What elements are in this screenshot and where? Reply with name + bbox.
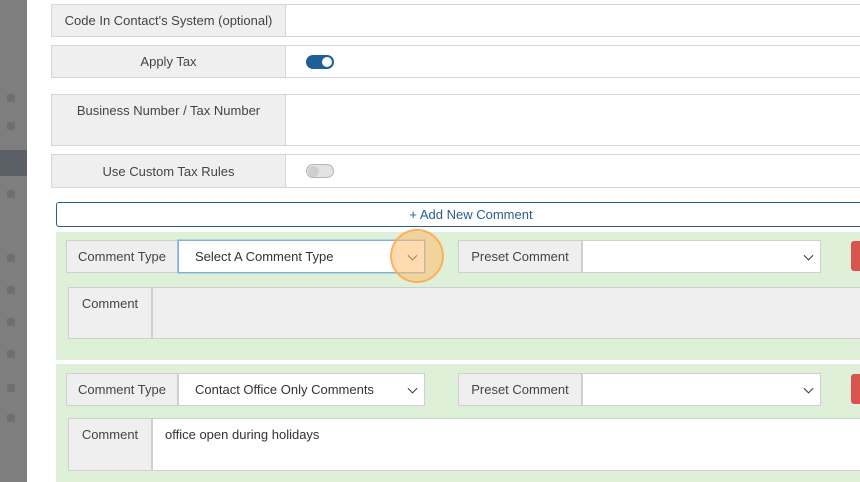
- comment-type-select[interactable]: Contact Office Only Comments: [178, 373, 425, 406]
- sidebar-icon: [7, 190, 15, 198]
- sidebar-icon: [7, 286, 15, 294]
- comment-type-label: Comment Type: [66, 240, 178, 273]
- custom-tax-cell: [285, 154, 860, 188]
- chevron-down-icon: [803, 383, 814, 394]
- delete-comment-button[interactable]: [851, 241, 860, 271]
- comment-field-group: Comment: [68, 287, 860, 339]
- business-number-label: Business Number / Tax Number: [51, 94, 285, 146]
- add-new-comment-button[interactable]: + Add New Comment: [56, 202, 860, 227]
- chevron-down-icon: [803, 250, 814, 261]
- contact-form-panel: Code In Contact's System (optional) Appl…: [27, 0, 860, 482]
- toggle-knob: [308, 166, 319, 177]
- apply-tax-label: Apply Tax: [51, 45, 285, 78]
- preset-comment-group: Preset Comment: [458, 373, 821, 406]
- sidebar-active-item: [0, 150, 27, 176]
- preset-comment-select[interactable]: [582, 240, 821, 273]
- comment-label: Comment: [68, 287, 152, 339]
- sidebar-icon: [7, 350, 15, 358]
- click-highlight-indicator: [390, 229, 444, 283]
- preset-comment-label: Preset Comment: [458, 240, 582, 273]
- sidebar-icon: [7, 254, 15, 262]
- preset-comment-select[interactable]: [582, 373, 821, 406]
- delete-comment-button[interactable]: [851, 374, 860, 404]
- preset-comment-group: Preset Comment: [458, 240, 821, 273]
- comment-text: [153, 288, 860, 304]
- sidebar-icon: [7, 414, 15, 422]
- toggle-knob: [322, 56, 332, 67]
- sidebar-icon: [7, 384, 15, 392]
- code-label: Code In Contact's System (optional): [51, 4, 285, 37]
- comment-block-2: Comment Type Contact Office Only Comment…: [56, 364, 860, 482]
- sidebar-icon: [7, 94, 15, 102]
- sidebar-icon: [7, 318, 15, 326]
- comment-type-group: Comment Type Select A Comment Type: [66, 240, 425, 273]
- apply-tax-cell: [285, 45, 860, 78]
- sidebar-icon: [7, 122, 15, 130]
- apply-tax-toggle[interactable]: [306, 54, 334, 69]
- preset-comment-label: Preset Comment: [458, 373, 582, 406]
- comment-textarea[interactable]: [152, 287, 860, 339]
- comment-type-value: Select A Comment Type: [195, 249, 334, 264]
- comment-type-select[interactable]: Select A Comment Type: [178, 240, 425, 273]
- comment-block-1: Comment Type Select A Comment Type Prese…: [56, 232, 860, 360]
- business-number-row: Business Number / Tax Number: [51, 94, 860, 146]
- comment-type-value: Contact Office Only Comments: [195, 382, 374, 397]
- custom-tax-label: Use Custom Tax Rules: [51, 154, 285, 188]
- code-row: Code In Contact's System (optional): [51, 4, 860, 37]
- comment-type-group: Comment Type Contact Office Only Comment…: [66, 373, 425, 406]
- apply-tax-row: Apply Tax: [51, 45, 860, 78]
- comment-field-group: Comment office open during holidays: [68, 418, 860, 471]
- chevron-down-icon: [407, 383, 418, 394]
- comment-label: Comment: [68, 418, 152, 471]
- comment-textarea[interactable]: office open during holidays: [152, 418, 860, 471]
- code-input[interactable]: [285, 4, 860, 37]
- sidebar-backdrop: [0, 0, 27, 482]
- custom-tax-row: Use Custom Tax Rules: [51, 154, 860, 188]
- custom-tax-toggle[interactable]: [306, 164, 334, 178]
- comment-text: office open during holidays: [165, 427, 320, 442]
- business-number-input[interactable]: [285, 94, 860, 146]
- comment-type-label: Comment Type: [66, 373, 178, 406]
